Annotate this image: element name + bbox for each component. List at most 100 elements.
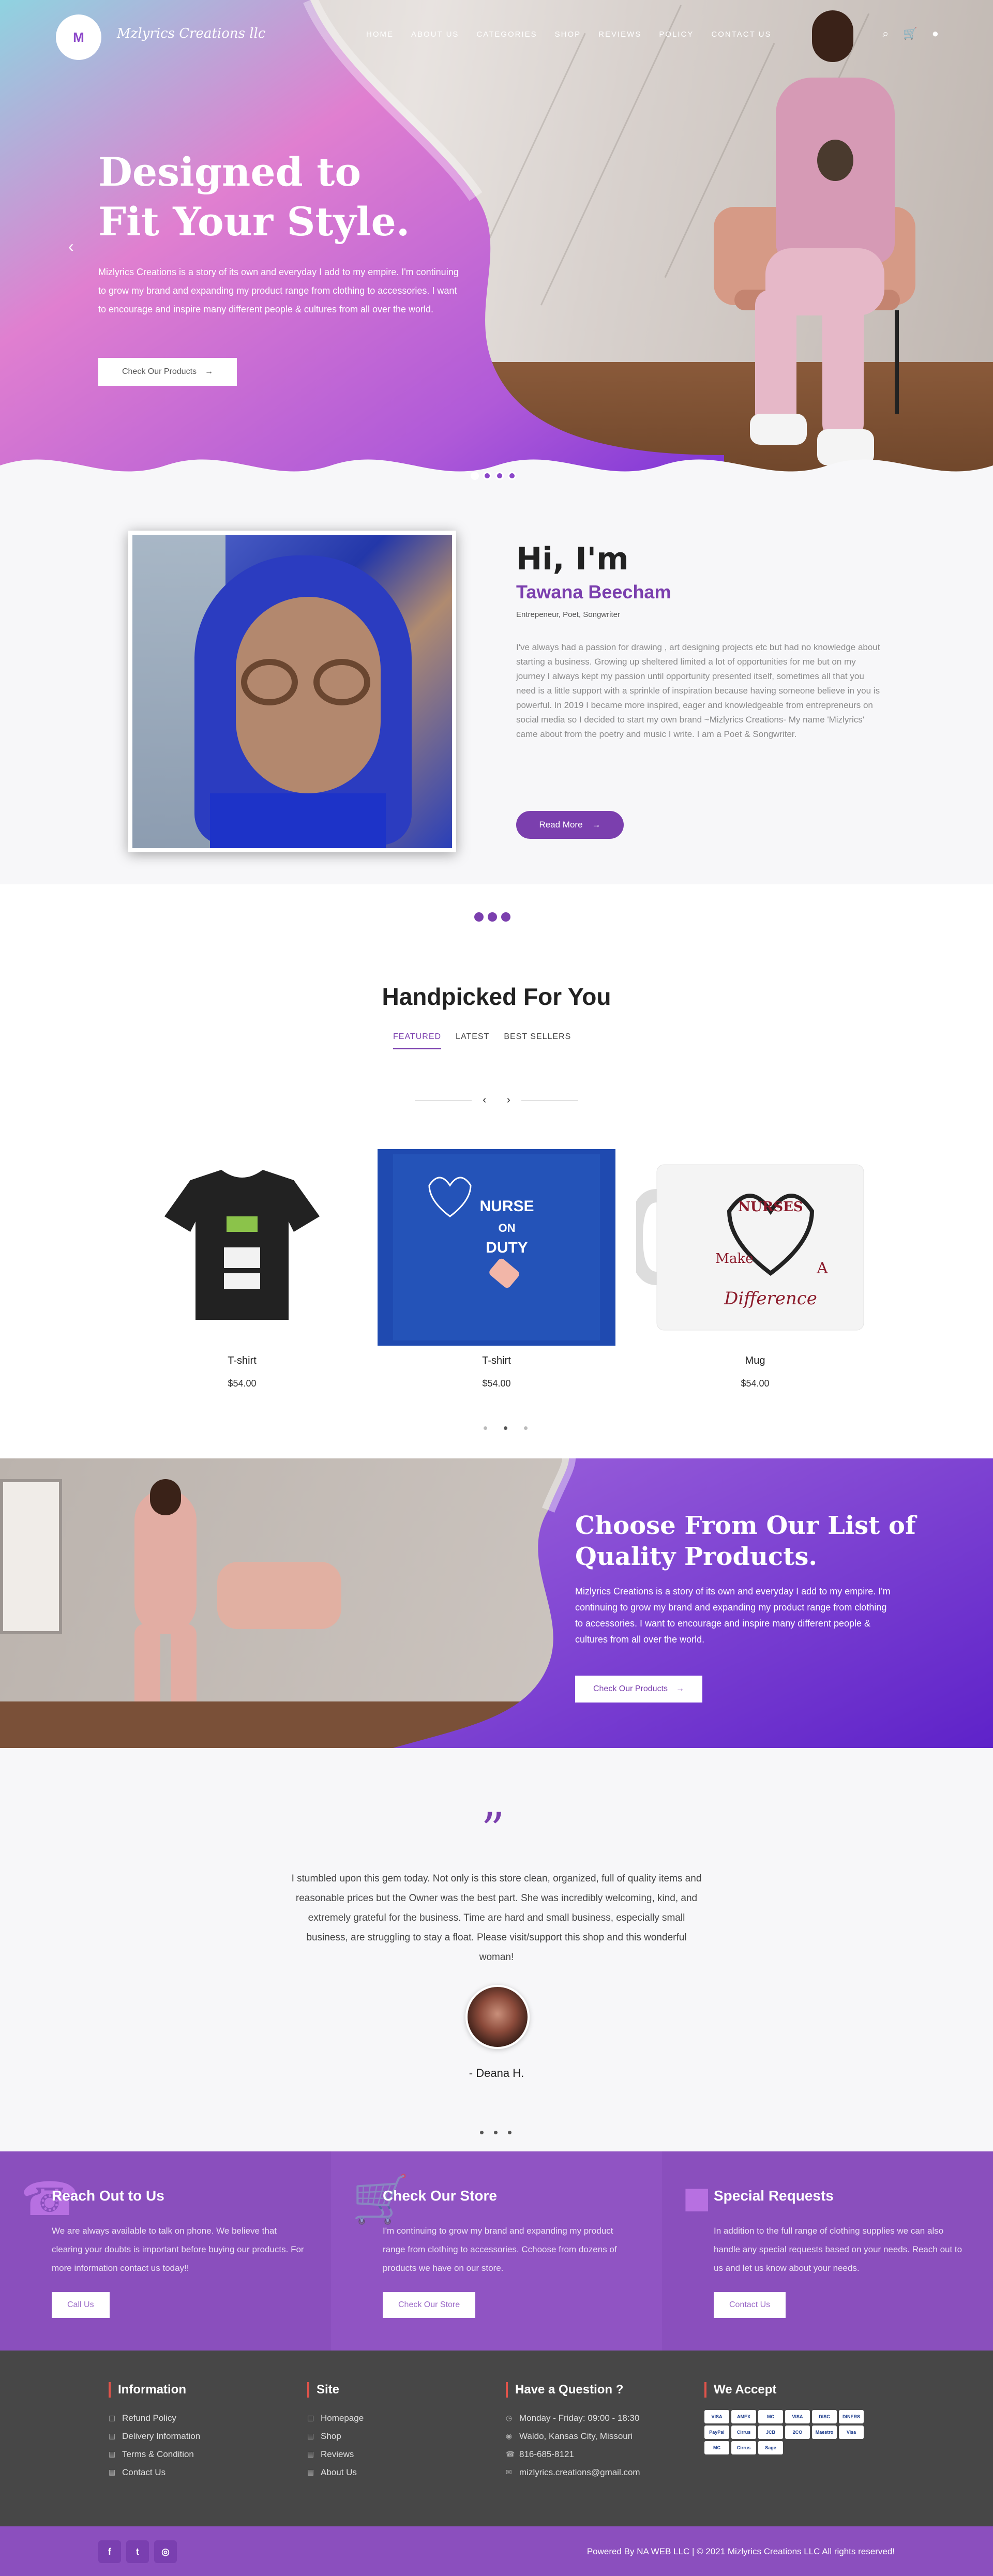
footer-hours: ◷ Monday - Friday: 09:00 - 18:30 bbox=[506, 2409, 640, 2427]
svg-text:DUTY: DUTY bbox=[486, 1239, 528, 1256]
footer-link[interactable]: ▤ Contact Us bbox=[109, 2463, 200, 2481]
chevron-right-icon[interactable]: › bbox=[507, 1094, 510, 1106]
hero-text: Mizlyrics Creations is a story of its ow… bbox=[98, 267, 459, 314]
product-image[interactable]: NURSE ON DUTY bbox=[378, 1149, 615, 1346]
product-card[interactable]: NURSES Make A Difference Mug $54.00 bbox=[636, 1149, 874, 1389]
mug-image: NURSES Make A Difference bbox=[636, 1164, 864, 1331]
tab-featured[interactable]: FEATURED bbox=[393, 1032, 442, 1049]
testimonial-avatar bbox=[465, 1985, 530, 2049]
product-name[interactable]: T-shirt bbox=[378, 1355, 615, 1367]
brand-logo[interactable]: M bbox=[56, 14, 101, 60]
product-card[interactable]: T-shirt $54.00 bbox=[123, 1149, 361, 1389]
info-reach-out: ☎ Reach Out to Us We are always availabl… bbox=[0, 2151, 331, 2351]
call-us-button[interactable]: Call Us bbox=[52, 2292, 110, 2318]
product-name[interactable]: T-shirt bbox=[123, 1355, 361, 1367]
dot[interactable] bbox=[508, 2131, 511, 2134]
product-carousel-nav: ‹ › bbox=[415, 1091, 578, 1109]
brand-name[interactable]: Mzlyrics Creations llc bbox=[117, 26, 265, 41]
nav-home[interactable]: HOME bbox=[366, 30, 394, 39]
logo-mark: M bbox=[73, 29, 84, 45]
founder-portrait bbox=[128, 531, 456, 852]
testimonial-author: - Deana H. bbox=[469, 2067, 524, 2080]
nav-shop[interactable]: SHOP bbox=[555, 30, 581, 39]
tshirt-black-image bbox=[164, 1170, 320, 1320]
info-special-requests: ■ Special Requests In addition to the fu… bbox=[662, 2151, 993, 2351]
footer-phone[interactable]: ☎ 816-685-8121 bbox=[506, 2445, 640, 2463]
page-icon: ▤ bbox=[109, 2468, 116, 2476]
founder-roles: Entrepeneur, Poet, Songwriter bbox=[516, 610, 620, 619]
product-card[interactable]: NURSE ON DUTY T-shirt $54.00 bbox=[378, 1149, 615, 1389]
nav-reviews[interactable]: REVIEWS bbox=[598, 30, 641, 39]
svg-text:NURSE: NURSE bbox=[479, 1198, 534, 1215]
nav-about-us[interactable]: ABOUT US bbox=[411, 30, 459, 39]
hero-title: Designed to Fit Your Style. bbox=[98, 149, 410, 245]
slider-dot[interactable] bbox=[495, 472, 504, 480]
hero-prev-arrow-icon[interactable]: ‹ bbox=[68, 237, 74, 256]
page-icon: ▤ bbox=[109, 2432, 116, 2440]
dot[interactable] bbox=[484, 1426, 487, 1430]
mail-icon: ✉ bbox=[506, 2468, 512, 2476]
facebook-icon[interactable]: f bbox=[98, 2540, 121, 2563]
footer-title: Site bbox=[307, 2382, 364, 2398]
product-image[interactable] bbox=[123, 1149, 361, 1346]
hero-check-products-button[interactable]: Check Our Products → bbox=[98, 358, 237, 386]
dot[interactable] bbox=[504, 1426, 507, 1430]
founder-bio: I've always had a passion for drawing , … bbox=[516, 642, 880, 739]
instagram-icon[interactable]: ◎ bbox=[154, 2540, 177, 2563]
cart-icon[interactable]: 🛒 bbox=[903, 27, 917, 40]
slider-dot[interactable] bbox=[471, 472, 479, 480]
banner-check-products-button[interactable]: Check Our Products → bbox=[575, 1676, 702, 1703]
contact-us-button[interactable]: Contact Us bbox=[714, 2292, 786, 2318]
slider-dot[interactable] bbox=[483, 472, 491, 480]
svg-text:ON: ON bbox=[499, 1222, 516, 1234]
dot[interactable] bbox=[480, 2131, 484, 2134]
product-price: $54.00 bbox=[228, 1378, 257, 1389]
svg-text:Make: Make bbox=[715, 1251, 753, 1267]
chevron-left-icon[interactable]: ‹ bbox=[483, 1094, 486, 1106]
card-icon: 2CO bbox=[785, 2426, 810, 2439]
phone-icon: ☎ bbox=[506, 2450, 515, 2458]
check-store-button[interactable]: Check Our Store bbox=[383, 2292, 476, 2318]
footer-link[interactable]: ▤ Delivery Information bbox=[109, 2427, 200, 2445]
read-more-button[interactable]: Read More → bbox=[516, 811, 624, 839]
card-icon: DISC bbox=[812, 2410, 837, 2423]
footer-link[interactable]: ▤ Homepage bbox=[307, 2409, 364, 2427]
footer-link[interactable]: ▤ Reviews bbox=[307, 2445, 364, 2463]
page-icon: ▤ bbox=[109, 2414, 116, 2422]
svg-text:A: A bbox=[816, 1259, 828, 1277]
arrow-right-icon: → bbox=[205, 367, 214, 376]
user-icon[interactable]: ● bbox=[932, 27, 939, 40]
card-icon: DINERS bbox=[839, 2410, 864, 2423]
dot[interactable] bbox=[524, 1426, 528, 1430]
tab-latest[interactable]: LATEST bbox=[456, 1032, 489, 1049]
nav-policy[interactable]: POLICY bbox=[659, 30, 694, 39]
page-icon: ▤ bbox=[307, 2432, 314, 2440]
card-icon: VISA bbox=[704, 2410, 729, 2423]
slider-dot[interactable] bbox=[508, 472, 516, 480]
nav-categories[interactable]: CATEGORIES bbox=[476, 30, 537, 39]
twitter-icon[interactable]: t bbox=[126, 2540, 149, 2563]
page-icon: ▤ bbox=[307, 2468, 314, 2476]
footer-link[interactable]: ▤ Refund Policy bbox=[109, 2409, 200, 2427]
dot bbox=[488, 912, 497, 922]
footer-address: ◉ Waldo, Kansas City, Missouri bbox=[506, 2427, 640, 2445]
arrow-right-icon: → bbox=[592, 820, 601, 830]
footer-email[interactable]: ✉ mizlyrics.creations@gmail.com bbox=[506, 2463, 640, 2481]
quote-icon: ” bbox=[481, 1803, 505, 1857]
product-image[interactable]: NURSES Make A Difference bbox=[636, 1149, 874, 1346]
nav-contact-us[interactable]: CONTACT US bbox=[711, 30, 771, 39]
footer-link[interactable]: ▤ About Us bbox=[307, 2463, 364, 2481]
dot[interactable] bbox=[494, 2131, 498, 2134]
product-name[interactable]: Mug bbox=[636, 1355, 874, 1367]
product-price: $54.00 bbox=[482, 1378, 511, 1389]
tab-best-sellers[interactable]: BEST SELLERS bbox=[504, 1032, 571, 1049]
about-greeting: Hi, I'm bbox=[516, 541, 629, 577]
footer-link[interactable]: ▤ Shop bbox=[307, 2427, 364, 2445]
search-icon[interactable]: ⌕ bbox=[882, 27, 889, 40]
tshirt-nurse-image: NURSE ON DUTY bbox=[393, 1154, 600, 1340]
footer-accept: We Accept VISA AMEX MC VISA DISC DINERS … bbox=[704, 2382, 864, 2454]
footer-link[interactable]: ▤ Terms & Condition bbox=[109, 2445, 200, 2463]
card-icon: VISA bbox=[785, 2410, 810, 2423]
product-dots bbox=[484, 1426, 528, 1430]
chat-icon: ■ bbox=[683, 2173, 711, 2224]
